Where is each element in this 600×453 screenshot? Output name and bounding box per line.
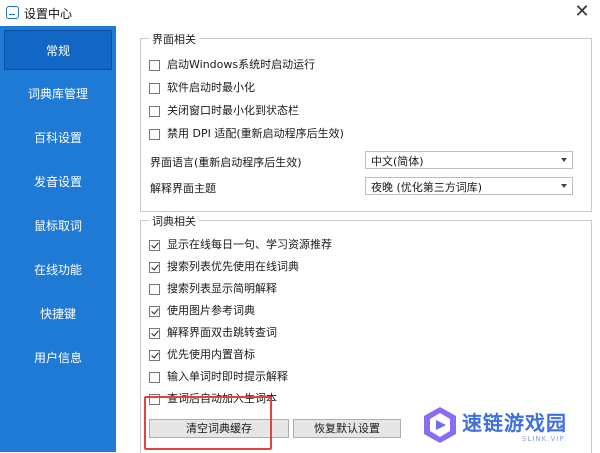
checkbox[interactable] (149, 82, 160, 94)
checkbox[interactable] (149, 327, 160, 339)
theme-select[interactable]: 夜晚 (优化第三方词库) (365, 177, 573, 195)
restore-default-button[interactable]: 恢复默认设置 (293, 419, 401, 438)
checkbox[interactable] (149, 349, 160, 361)
option-image-dictionary[interactable]: 使用图片参考词典 (149, 303, 255, 319)
sidebar-item-shortcuts[interactable]: 快捷键 (0, 294, 116, 334)
option-disable-dpi[interactable]: 禁用 DPI 适配(重新启动程序后生效) (149, 126, 344, 142)
theme-label: 解释界面主题 (150, 182, 216, 195)
sidebar-item-online[interactable]: 在线功能 (0, 250, 116, 290)
watermark-text: 速链游戏园 (462, 411, 567, 435)
checkbox[interactable] (149, 305, 160, 317)
title-bar: 设置中心 ✕ (0, 0, 600, 26)
interface-group-title: 界面相关 (149, 31, 199, 47)
checkbox[interactable] (149, 128, 160, 140)
sidebar-item-encyclopedia[interactable]: 百科设置 (0, 118, 116, 158)
dictionary-group-title: 词典相关 (149, 213, 199, 229)
language-select[interactable]: 中文(简体) (365, 151, 573, 169)
checkbox[interactable] (149, 261, 160, 273)
window-title: 设置中心 (24, 7, 73, 21)
watermark: 速链游戏园 SLINK.VIP (418, 403, 596, 449)
sidebar: 常规 词典库管理 百科设置 发音设置 鼠标取词 在线功能 快捷键 用户信息 (0, 26, 116, 452)
chevron-down-icon (561, 158, 567, 162)
checkbox[interactable] (149, 239, 160, 251)
sidebar-item-general[interactable]: 常规 (4, 30, 112, 70)
checkbox[interactable] (149, 283, 160, 295)
app-icon (6, 6, 19, 19)
chevron-down-icon (561, 184, 567, 188)
checkbox[interactable] (149, 105, 160, 117)
highlight-box (144, 396, 272, 450)
sidebar-item-dictionary-management[interactable]: 词典库管理 (0, 74, 116, 114)
theme-value: 夜晚 (优化第三方词库) (371, 181, 483, 194)
sidebar-item-mouse-lookup[interactable]: 鼠标取词 (0, 206, 116, 246)
option-start-minimized[interactable]: 软件启动时最小化 (149, 80, 255, 96)
language-label: 界面语言(重新启动程序后生效) (150, 156, 302, 169)
option-start-with-windows[interactable]: 启动Windows系统时启动运行 (149, 57, 315, 73)
language-value: 中文(简体) (371, 155, 424, 168)
close-icon[interactable]: ✕ (572, 2, 592, 22)
option-double-click-lookup[interactable]: 解释界面双击跳转查词 (149, 325, 277, 341)
checkbox[interactable] (149, 371, 160, 383)
sidebar-item-pronunciation[interactable]: 发音设置 (0, 162, 116, 202)
watermark-subtext: SLINK.VIP (522, 435, 565, 443)
watermark-logo-icon (424, 407, 456, 443)
sidebar-item-user-info[interactable]: 用户信息 (0, 338, 116, 378)
option-prefer-online[interactable]: 搜索列表优先使用在线词典 (149, 259, 299, 275)
option-instant-hint[interactable]: 输入单词时即时提示解释 (149, 369, 288, 385)
option-builtin-phonetic[interactable]: 优先使用内置音标 (149, 347, 255, 363)
interface-group: 界面相关 启动Windows系统时启动运行 软件启动时最小化 关闭窗口时最小化到… (140, 31, 592, 212)
option-daily-sentence[interactable]: 显示在线每日一句、学习资源推荐 (149, 237, 332, 253)
settings-content: 界面相关 启动Windows系统时启动运行 软件启动时最小化 关闭窗口时最小化到… (118, 26, 600, 453)
option-minimize-to-tray[interactable]: 关闭窗口时最小化到状态栏 (149, 103, 299, 119)
option-brief-explanation[interactable]: 搜索列表显示简明解释 (149, 281, 277, 297)
checkbox[interactable] (149, 59, 160, 71)
